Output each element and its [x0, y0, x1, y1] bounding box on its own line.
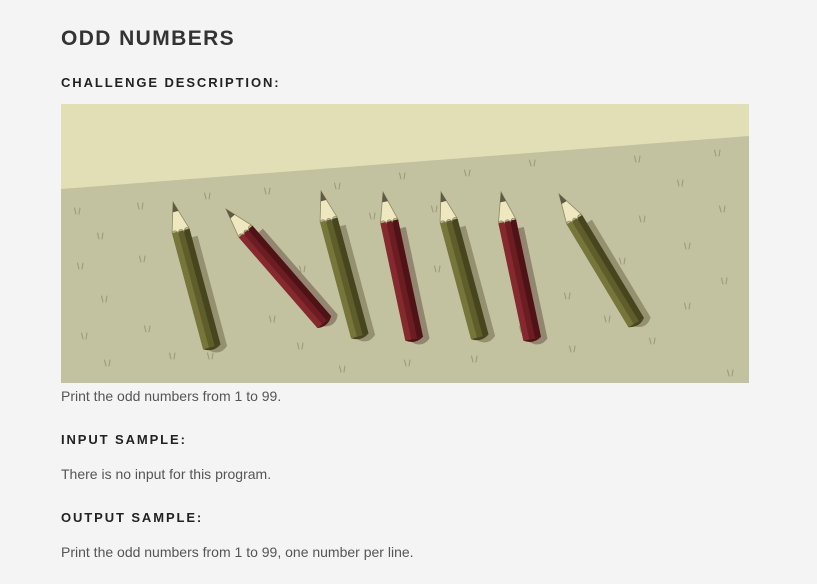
- input-sample-text: There is no input for this program.: [61, 466, 272, 482]
- pencils-illustration: [61, 104, 749, 383]
- page-title: ODD NUMBERS: [61, 27, 236, 50]
- output-sample-text: Print the odd numbers from 1 to 99, one …: [61, 544, 414, 560]
- challenge-description-heading: CHALLENGE DESCRIPTION:: [61, 75, 281, 90]
- input-sample-heading: INPUT SAMPLE:: [61, 432, 187, 447]
- challenge-description-text: Print the odd numbers from 1 to 99.: [61, 388, 282, 404]
- output-sample-heading: OUTPUT SAMPLE:: [61, 510, 204, 525]
